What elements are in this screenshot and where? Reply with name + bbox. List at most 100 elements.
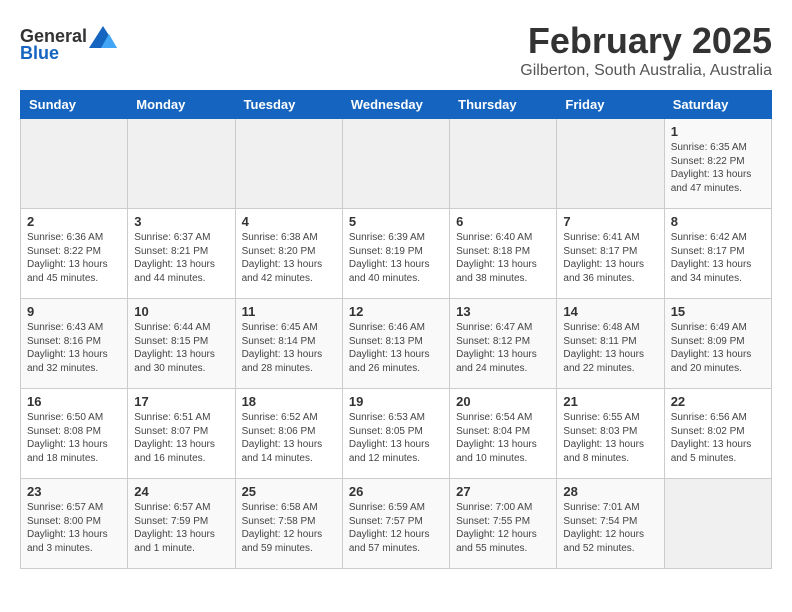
- calendar-title: February 2025: [520, 20, 772, 62]
- calendar-subtitle: Gilberton, South Australia, Australia: [520, 62, 772, 80]
- day-info: Sunrise: 6:54 AM Sunset: 8:04 PM Dayligh…: [456, 411, 550, 465]
- day-number: 17: [134, 394, 228, 409]
- calendar-cell: 10 Sunrise: 6:44 AM Sunset: 8:15 PM Dayli…: [128, 299, 235, 389]
- day-number: 13: [456, 304, 550, 319]
- day-number: 21: [563, 394, 657, 409]
- day-info: Sunrise: 6:51 AM Sunset: 8:07 PM Dayligh…: [134, 411, 228, 465]
- calendar-cell: 20 Sunrise: 6:54 AM Sunset: 8:04 PM Dayli…: [450, 389, 557, 479]
- day-number: 27: [456, 484, 550, 499]
- calendar-cell: 25 Sunrise: 6:58 AM Sunset: 7:58 PM Dayli…: [235, 479, 342, 569]
- calendar-cell: 3 Sunrise: 6:37 AM Sunset: 8:21 PM Daylig…: [128, 209, 235, 299]
- day-number: 28: [563, 484, 657, 499]
- weekday-header-saturday: Saturday: [664, 91, 771, 119]
- day-number: 7: [563, 214, 657, 229]
- calendar-cell: 5 Sunrise: 6:39 AM Sunset: 8:19 PM Daylig…: [342, 209, 449, 299]
- calendar-cell: 17 Sunrise: 6:51 AM Sunset: 8:07 PM Dayli…: [128, 389, 235, 479]
- day-info: Sunrise: 6:59 AM Sunset: 7:57 PM Dayligh…: [349, 501, 443, 555]
- calendar-cell: 14 Sunrise: 6:48 AM Sunset: 8:11 PM Dayli…: [557, 299, 664, 389]
- calendar-cell: 15 Sunrise: 6:49 AM Sunset: 8:09 PM Dayli…: [664, 299, 771, 389]
- calendar-cell: [21, 119, 128, 209]
- day-info: Sunrise: 6:40 AM Sunset: 8:18 PM Dayligh…: [456, 231, 550, 285]
- day-info: Sunrise: 6:42 AM Sunset: 8:17 PM Dayligh…: [671, 231, 765, 285]
- calendar-cell: [235, 119, 342, 209]
- day-info: Sunrise: 6:44 AM Sunset: 8:15 PM Dayligh…: [134, 321, 228, 375]
- logo: General Blue: [20, 26, 117, 64]
- day-number: 20: [456, 394, 550, 409]
- calendar-cell: 28 Sunrise: 7:01 AM Sunset: 7:54 PM Dayli…: [557, 479, 664, 569]
- calendar-cell: 19 Sunrise: 6:53 AM Sunset: 8:05 PM Dayli…: [342, 389, 449, 479]
- day-info: Sunrise: 6:55 AM Sunset: 8:03 PM Dayligh…: [563, 411, 657, 465]
- day-number: 24: [134, 484, 228, 499]
- day-number: 25: [242, 484, 336, 499]
- day-info: Sunrise: 6:36 AM Sunset: 8:22 PM Dayligh…: [27, 231, 121, 285]
- day-info: Sunrise: 6:52 AM Sunset: 8:06 PM Dayligh…: [242, 411, 336, 465]
- calendar-cell: 4 Sunrise: 6:38 AM Sunset: 8:20 PM Daylig…: [235, 209, 342, 299]
- calendar-cell: 22Sunrise: 6:56 AM Sunset: 8:02 PM Dayli…: [664, 389, 771, 479]
- calendar-cell: 21 Sunrise: 6:55 AM Sunset: 8:03 PM Dayli…: [557, 389, 664, 479]
- calendar-cell: 23 Sunrise: 6:57 AM Sunset: 8:00 PM Dayli…: [21, 479, 128, 569]
- day-info: Sunrise: 6:37 AM Sunset: 8:21 PM Dayligh…: [134, 231, 228, 285]
- calendar-cell: 7 Sunrise: 6:41 AM Sunset: 8:17 PM Daylig…: [557, 209, 664, 299]
- calendar-cell: [450, 119, 557, 209]
- calendar-table: SundayMondayTuesdayWednesdayThursdayFrid…: [20, 90, 772, 569]
- day-number: 18: [242, 394, 336, 409]
- day-info: Sunrise: 6:53 AM Sunset: 8:05 PM Dayligh…: [349, 411, 443, 465]
- calendar-cell: 2 Sunrise: 6:36 AM Sunset: 8:22 PM Daylig…: [21, 209, 128, 299]
- calendar-cell: 11 Sunrise: 6:45 AM Sunset: 8:14 PM Dayli…: [235, 299, 342, 389]
- day-number: 10: [134, 304, 228, 319]
- calendar-cell: [342, 119, 449, 209]
- day-number: 14: [563, 304, 657, 319]
- calendar-cell: 1 Sunrise: 6:35 AM Sunset: 8:22 PM Daylig…: [664, 119, 771, 209]
- week-row-5: 23 Sunrise: 6:57 AM Sunset: 8:00 PM Dayli…: [21, 479, 772, 569]
- day-headers: SundayMondayTuesdayWednesdayThursdayFrid…: [21, 91, 772, 119]
- day-info: Sunrise: 7:00 AM Sunset: 7:55 PM Dayligh…: [456, 501, 550, 555]
- day-number: 16: [27, 394, 121, 409]
- header: General Blue February 2025 Gilberton, So…: [20, 20, 772, 80]
- day-number: 2: [27, 214, 121, 229]
- day-info: Sunrise: 6:35 AM Sunset: 8:22 PM Dayligh…: [671, 141, 765, 195]
- day-info: Sunrise: 6:47 AM Sunset: 8:12 PM Dayligh…: [456, 321, 550, 375]
- calendar-cell: 9Sunrise: 6:43 AM Sunset: 8:16 PM Daylig…: [21, 299, 128, 389]
- calendar-cell: 12 Sunrise: 6:46 AM Sunset: 8:13 PM Dayli…: [342, 299, 449, 389]
- day-info: Sunrise: 6:58 AM Sunset: 7:58 PM Dayligh…: [242, 501, 336, 555]
- logo-icon: [89, 26, 117, 48]
- day-number: 5: [349, 214, 443, 229]
- day-number: 11: [242, 304, 336, 319]
- day-number: 9: [27, 304, 121, 319]
- day-info: Sunrise: 6:48 AM Sunset: 8:11 PM Dayligh…: [563, 321, 657, 375]
- day-number: 23: [27, 484, 121, 499]
- day-info: Sunrise: 6:57 AM Sunset: 8:00 PM Dayligh…: [27, 501, 121, 555]
- day-info: Sunrise: 6:57 AM Sunset: 7:59 PM Dayligh…: [134, 501, 228, 555]
- week-row-3: 9Sunrise: 6:43 AM Sunset: 8:16 PM Daylig…: [21, 299, 772, 389]
- week-row-2: 2 Sunrise: 6:36 AM Sunset: 8:22 PM Daylig…: [21, 209, 772, 299]
- day-number: 4: [242, 214, 336, 229]
- day-info: Sunrise: 6:49 AM Sunset: 8:09 PM Dayligh…: [671, 321, 765, 375]
- weekday-header-thursday: Thursday: [450, 91, 557, 119]
- day-info: Sunrise: 6:39 AM Sunset: 8:19 PM Dayligh…: [349, 231, 443, 285]
- day-number: 3: [134, 214, 228, 229]
- day-info: Sunrise: 7:01 AM Sunset: 7:54 PM Dayligh…: [563, 501, 657, 555]
- day-info: Sunrise: 6:38 AM Sunset: 8:20 PM Dayligh…: [242, 231, 336, 285]
- week-row-1: 1 Sunrise: 6:35 AM Sunset: 8:22 PM Daylig…: [21, 119, 772, 209]
- day-info: Sunrise: 6:41 AM Sunset: 8:17 PM Dayligh…: [563, 231, 657, 285]
- calendar-cell: 8Sunrise: 6:42 AM Sunset: 8:17 PM Daylig…: [664, 209, 771, 299]
- calendar-cell: 16Sunrise: 6:50 AM Sunset: 8:08 PM Dayli…: [21, 389, 128, 479]
- weekday-header-friday: Friday: [557, 91, 664, 119]
- calendar-cell: 18 Sunrise: 6:52 AM Sunset: 8:06 PM Dayli…: [235, 389, 342, 479]
- calendar-cell: 6Sunrise: 6:40 AM Sunset: 8:18 PM Daylig…: [450, 209, 557, 299]
- calendar-cell: [128, 119, 235, 209]
- weekday-header-monday: Monday: [128, 91, 235, 119]
- calendar-cell: 24 Sunrise: 6:57 AM Sunset: 7:59 PM Dayli…: [128, 479, 235, 569]
- calendar-cell: 27 Sunrise: 7:00 AM Sunset: 7:55 PM Dayli…: [450, 479, 557, 569]
- day-number: 12: [349, 304, 443, 319]
- day-number: 15: [671, 304, 765, 319]
- weekday-header-tuesday: Tuesday: [235, 91, 342, 119]
- calendar-cell: [664, 479, 771, 569]
- day-info: Sunrise: 6:46 AM Sunset: 8:13 PM Dayligh…: [349, 321, 443, 375]
- day-info: Sunrise: 6:45 AM Sunset: 8:14 PM Dayligh…: [242, 321, 336, 375]
- weekday-header-wednesday: Wednesday: [342, 91, 449, 119]
- day-number: 1: [671, 124, 765, 139]
- title-section: February 2025 Gilberton, South Australia…: [520, 20, 772, 80]
- day-number: 19: [349, 394, 443, 409]
- day-number: 22: [671, 394, 765, 409]
